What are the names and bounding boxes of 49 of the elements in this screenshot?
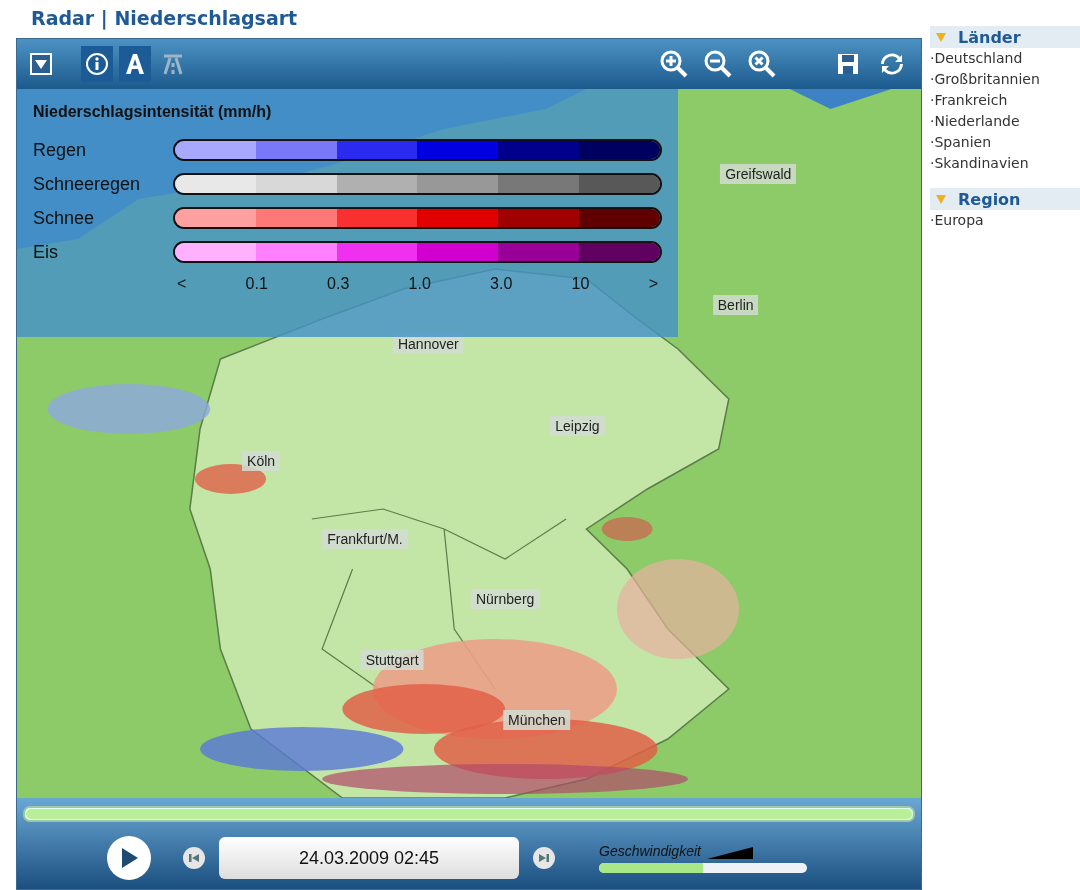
sidebar-link[interactable]: ·Deutschland bbox=[930, 48, 1080, 69]
caret-icon bbox=[936, 32, 946, 42]
sidebar-link[interactable]: ·Großbritannien bbox=[930, 69, 1080, 90]
legend-label: Schneeregen bbox=[33, 173, 142, 195]
scale-tick-label: 10 bbox=[571, 275, 590, 293]
letter-a-icon bbox=[123, 52, 147, 76]
section-header[interactable]: Länder bbox=[930, 26, 1080, 48]
scale-tick-label: 0.3 bbox=[327, 275, 350, 293]
date-display: 24.03.2009 02:45 bbox=[219, 837, 519, 879]
section-title: Länder bbox=[958, 27, 1021, 47]
city-label: Berlin bbox=[712, 295, 759, 316]
city-label: Köln bbox=[242, 451, 281, 472]
legend-label: Schnee bbox=[33, 207, 96, 229]
refresh-icon bbox=[880, 52, 904, 76]
city-label: Frankfurt/M. bbox=[322, 529, 408, 550]
sidebar-link[interactable]: ·Frankreich bbox=[930, 90, 1080, 111]
skip-forward-icon bbox=[538, 852, 550, 864]
city-label: Stuttgart bbox=[360, 649, 424, 670]
city-label: Nürnberg bbox=[470, 589, 540, 610]
legend-title: Niederschlagsintensität (mm/h) bbox=[33, 103, 273, 121]
scale-tick-label: < bbox=[177, 275, 187, 293]
legend-label: Regen bbox=[33, 139, 88, 161]
labels-button[interactable] bbox=[119, 46, 151, 82]
play-button[interactable] bbox=[107, 836, 151, 880]
road-icon bbox=[161, 52, 185, 76]
play-icon bbox=[119, 847, 139, 869]
city-label: Greifswald bbox=[720, 164, 797, 185]
scale-tick-label: 1.0 bbox=[408, 275, 431, 293]
sidebar-link[interactable]: ·Europa bbox=[930, 210, 1080, 231]
info-button[interactable] bbox=[81, 46, 113, 82]
skip-back-icon bbox=[188, 852, 200, 864]
scale-tick-label: 3.0 bbox=[490, 275, 513, 293]
sidebar-link[interactable]: ·Niederlande bbox=[930, 111, 1080, 132]
page-title: Radar | Niederschlagsart bbox=[30, 6, 299, 32]
sidebar-link[interactable]: ·Skandinavien bbox=[930, 153, 1080, 174]
section-header[interactable]: Region bbox=[930, 188, 1080, 210]
sidebar-link[interactable]: ·Spanien bbox=[930, 132, 1080, 153]
legend-label: Eis bbox=[33, 241, 59, 263]
next-button[interactable] bbox=[533, 847, 555, 869]
section-title: Region bbox=[958, 189, 1021, 209]
speed-wedge-icon bbox=[706, 847, 753, 859]
scale-tick-label: > bbox=[648, 275, 658, 293]
city-label: München bbox=[503, 710, 571, 730]
scale-tick-label: 0.1 bbox=[245, 275, 268, 293]
previous-button[interactable] bbox=[183, 847, 205, 869]
speed-slider[interactable] bbox=[599, 863, 807, 873]
city-label: Leipzig bbox=[550, 415, 605, 436]
speed-label: Geschwindigkeit bbox=[599, 843, 701, 859]
caret-icon bbox=[936, 194, 946, 204]
